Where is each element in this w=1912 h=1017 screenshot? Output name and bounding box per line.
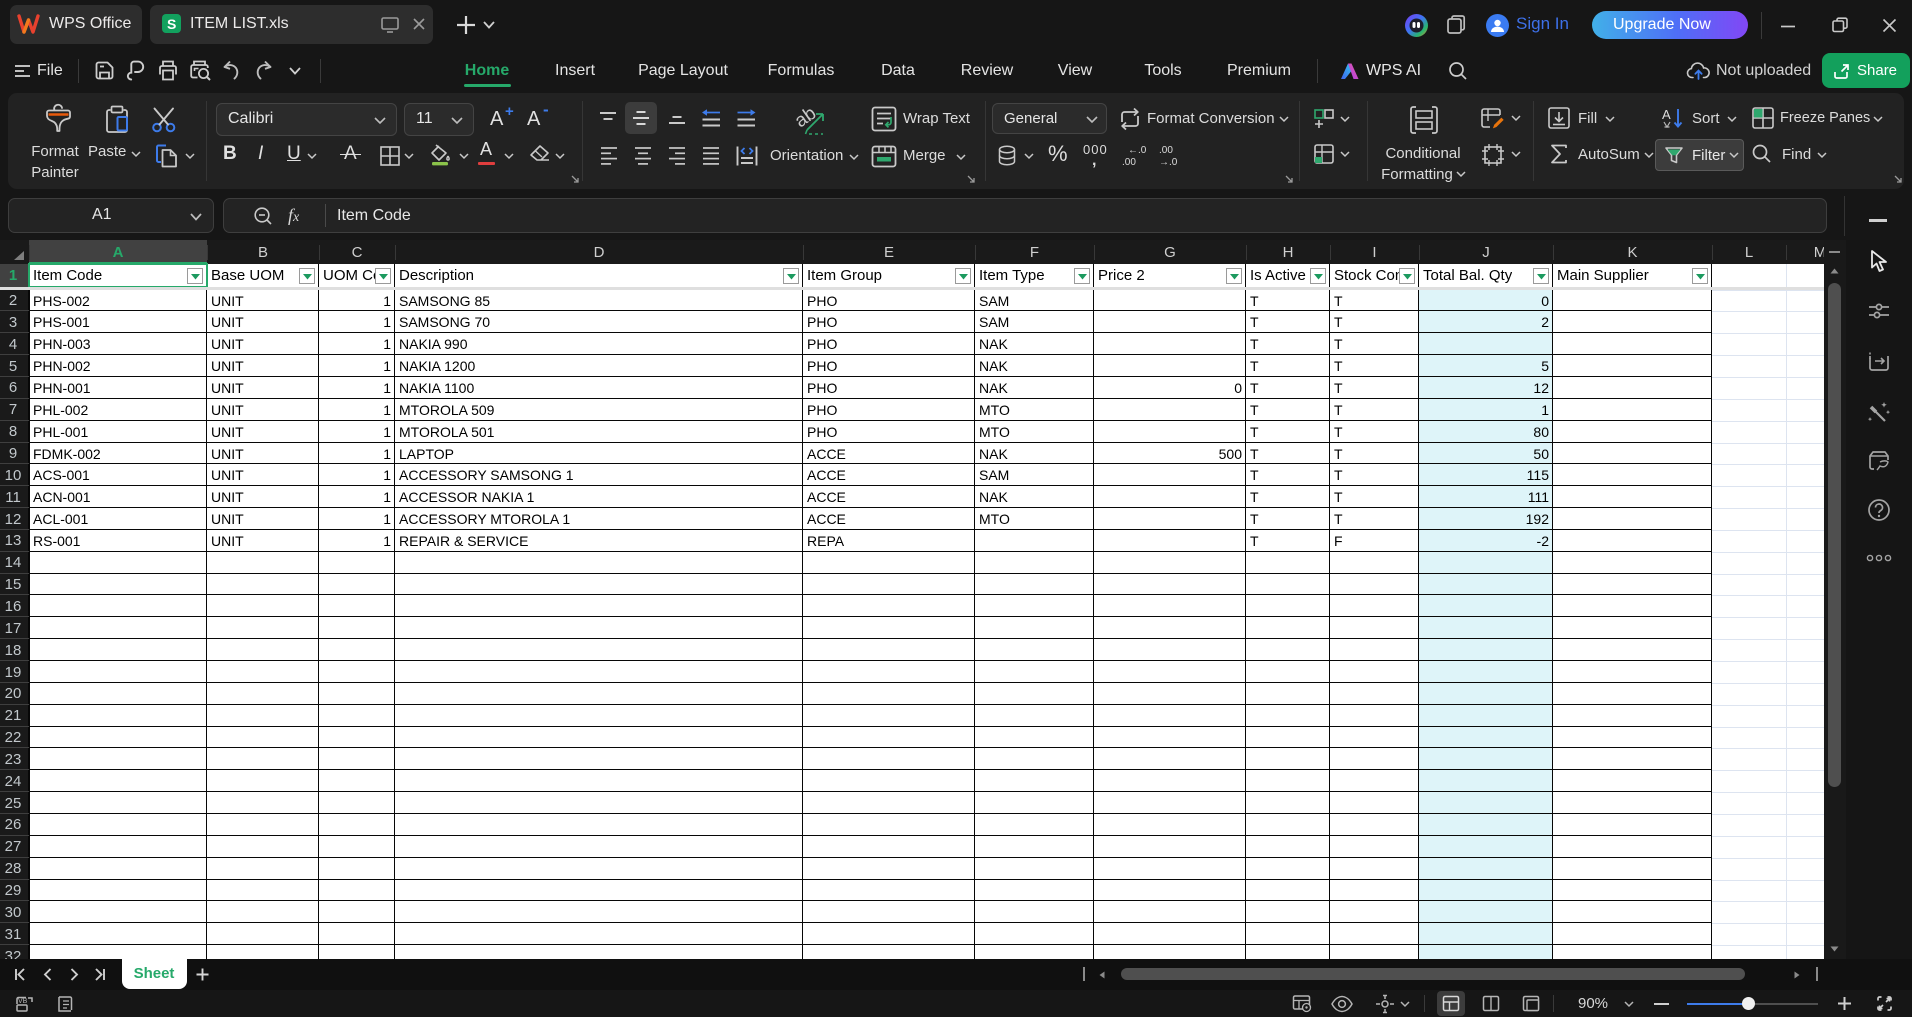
svg-text:.00: .00	[1159, 145, 1173, 156]
svg-text:→.0: →.0	[1159, 157, 1178, 168]
svg-text:A: A	[1662, 107, 1671, 122]
svg-text:.00: .00	[1122, 157, 1136, 168]
svg-text:←.0: ←.0	[1128, 145, 1147, 156]
svg-text:VB: VB	[18, 998, 28, 1005]
